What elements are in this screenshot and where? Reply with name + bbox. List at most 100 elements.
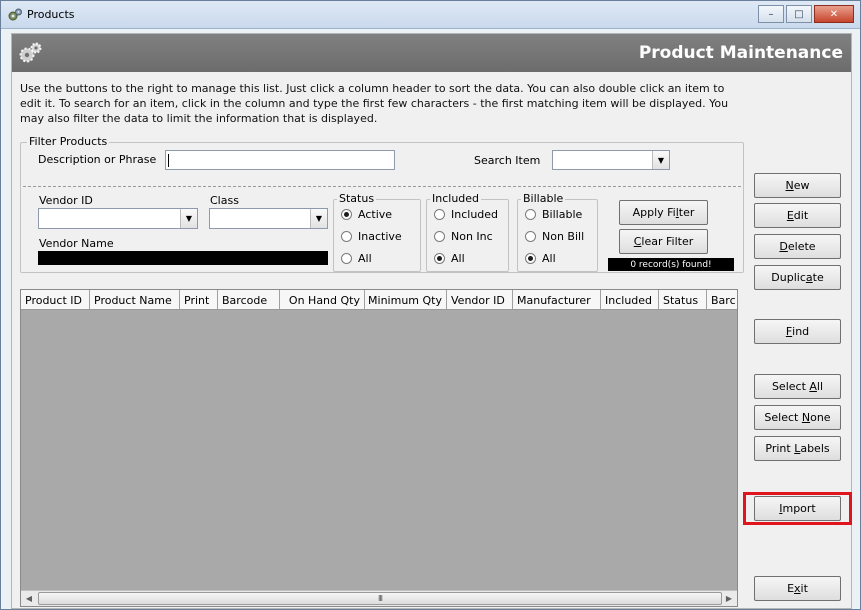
radio-icon [525,231,536,242]
included-noninc-label: Non Inc [451,230,493,243]
exit-text-b: it [800,582,808,595]
text-caret [168,154,169,167]
grid-header: Product ID Product Name Print Barcode On… [21,290,737,310]
clear-filter-hotkey: C [633,235,642,248]
included-all-label: All [451,252,465,265]
new-hotkey: N [785,179,794,192]
class-label: Class [210,194,239,207]
minimize-button[interactable]: – [758,5,784,23]
gears-icon [19,42,42,63]
vendor-name-label: Vendor Name [39,237,114,250]
duplicate-button[interactable]: Duplic a te [754,265,841,290]
radio-selected-icon [525,253,536,264]
search-item-label: Search Item [474,154,541,167]
window-title: Products [27,8,75,21]
column-header-included[interactable]: Included [601,290,659,310]
print-labels-text-a: Print [765,442,795,455]
status-all-radio[interactable]: All [341,252,372,265]
billable-billable-radio[interactable]: Billable [525,208,582,221]
included-all-radio[interactable]: All [434,252,465,265]
select-none-text-a: Select [764,411,802,424]
status-active-radio[interactable]: Active [341,208,392,221]
duplicate-text-a: Duplic [771,271,806,284]
horizontal-scrollbar[interactable]: ◀ III ▶ [21,590,737,606]
find-text: ind [792,325,810,338]
radio-selected-icon [434,253,445,264]
new-button[interactable]: New [754,173,841,198]
find-button[interactable]: Find [754,319,841,344]
select-all-text-b: ll [816,380,824,393]
class-dropdown[interactable]: ▼ [209,208,328,229]
search-item-dropdown[interactable]: ▼ [552,150,670,170]
column-header-product-name[interactable]: Product Name [90,290,180,310]
new-text: ew [793,179,810,192]
included-label: Included [430,192,482,205]
window-controls: – □ ✕ [756,5,854,23]
clear-filter-button[interactable]: Clear Filter [619,229,708,254]
included-included-radio[interactable]: Included [434,208,498,221]
column-header-manufacturer[interactable]: Manufacturer [513,290,601,310]
delete-text: elete [787,240,816,253]
scroll-grip: III [377,594,383,603]
title-bar[interactable]: Products – □ ✕ [1,1,860,29]
status-all-label: All [358,252,372,265]
select-none-hotkey: N [801,411,811,424]
close-button[interactable]: ✕ [814,5,854,23]
vendor-id-dropdown[interactable]: ▼ [38,208,198,229]
edit-button[interactable]: Edit [754,203,841,228]
billable-billable-label: Billable [542,208,583,221]
chevron-down-icon[interactable]: ▼ [180,209,197,228]
delete-button[interactable]: Delete [754,234,841,259]
scroll-right-icon[interactable]: ▶ [721,591,737,606]
radio-icon [341,231,352,242]
select-all-text-a: Select [771,380,810,393]
header-banner: Product Maintenance [12,34,851,72]
billable-group: Billable Billable Non Bill All [517,192,598,272]
scroll-left-icon[interactable]: ◀ [21,591,37,606]
apply-filter-text-b: ter [678,206,695,219]
apply-filter-button[interactable]: Apply Fi l ter [619,200,708,225]
import-button[interactable]: Import [754,496,841,521]
radio-icon [434,231,445,242]
billable-label: Billable [521,192,566,205]
select-all-button[interactable]: Select All [754,374,841,399]
products-grid[interactable]: Product ID Product Name Print Barcode On… [20,289,738,607]
products-window: Products – □ ✕ Product Maintenance Use t… [0,0,861,610]
vendor-id-label: Vendor ID [39,194,93,207]
client-area: Product Maintenance Use the buttons to t… [11,33,852,609]
status-inactive-radio[interactable]: Inactive [341,230,402,243]
description-label: Description or Phrase [38,153,157,166]
column-header-minimum-qty[interactable]: Minimum Qty [365,290,447,310]
clear-filter-text-b: lear Filter [641,235,694,248]
column-header-status[interactable]: Status [659,290,707,310]
billable-nonbill-radio[interactable]: Non Bill [525,230,584,243]
billable-nonbill-label: Non Bill [542,230,585,243]
column-header-barcode[interactable]: Barcode [218,290,280,310]
delete-hotkey: D [779,240,788,253]
included-noninc-radio[interactable]: Non Inc [434,230,493,243]
duplicate-hotkey: a [805,271,813,284]
column-header-product-id[interactable]: Product ID [21,290,90,310]
column-header-barcode-2[interactable]: Barc [707,290,737,310]
print-labels-button[interactable]: Print Labels [754,436,841,461]
status-group: Status Active Inactive All [333,192,421,272]
apply-filter-text-a: Apply Fi [632,206,676,219]
billable-all-radio[interactable]: All [525,252,556,265]
chevron-down-icon[interactable]: ▼ [310,209,327,228]
duplicate-text-b: te [812,271,824,284]
select-all-hotkey: A [809,380,817,393]
radio-icon [434,209,445,220]
exit-button[interactable]: Ex it [754,576,841,601]
radio-icon [341,253,352,264]
status-active-label: Active [358,208,393,221]
print-labels-text-b: abels [800,442,830,455]
status-inactive-label: Inactive [358,230,402,243]
maximize-button[interactable]: □ [786,5,812,23]
chevron-down-icon[interactable]: ▼ [652,151,669,169]
description-input[interactable] [165,150,395,170]
column-header-on-hand-qty[interactable]: On Hand Qty [280,290,365,310]
column-header-vendor-id[interactable]: Vendor ID [447,290,513,310]
column-header-print[interactable]: Print [180,290,218,310]
select-none-button[interactable]: Select None [754,405,841,430]
scroll-thumb[interactable]: III [38,592,722,605]
